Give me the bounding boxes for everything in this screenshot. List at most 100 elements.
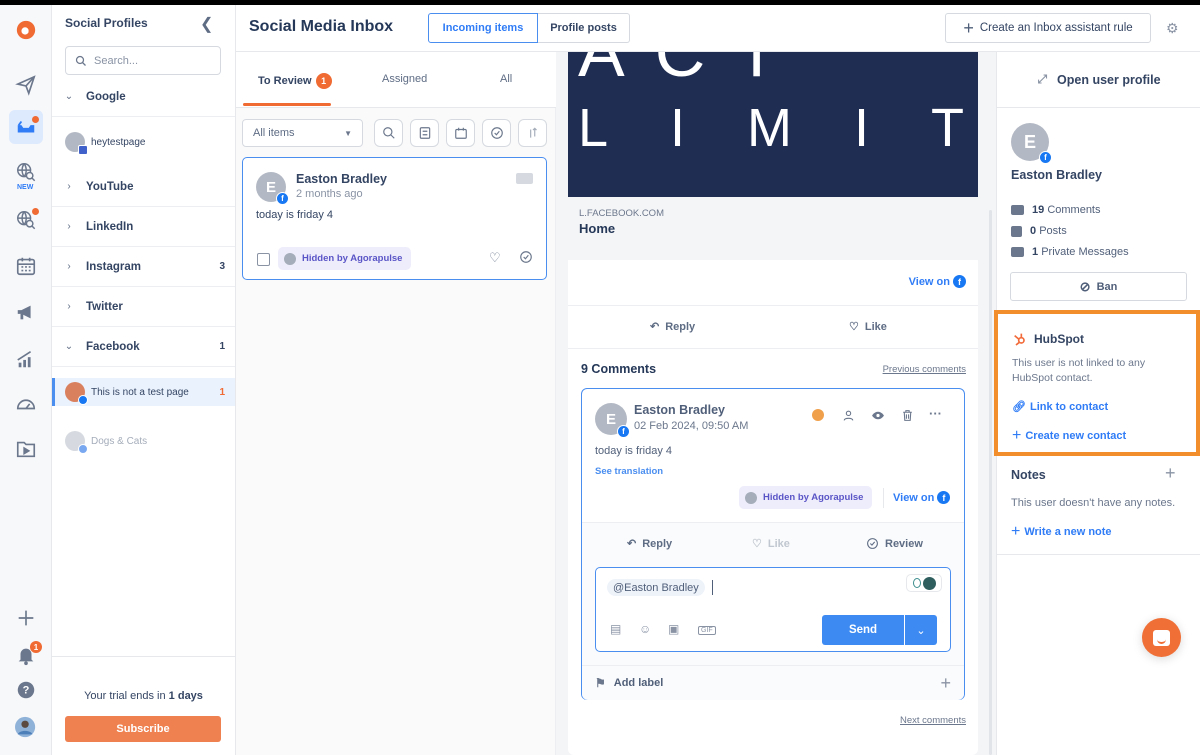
bell-icon[interactable]: 1 [9,638,43,672]
stat-label: Posts [1039,225,1067,237]
trial-days: 1 days [168,690,203,702]
expand-icon: ⤢ [1037,72,1048,86]
comment-reply-button[interactable]: ↶ Reply [627,537,672,551]
listening-icon[interactable] [9,203,43,237]
network-facebook[interactable]: ⌄ Facebook 1 [52,327,235,367]
collapse-panel-icon[interactable]: ❮ [200,14,213,34]
trash-icon[interactable] [901,409,914,425]
previous-comments-link[interactable]: Previous comments [883,364,966,375]
more-options-icon[interactable]: ··· [929,406,942,421]
divider [997,554,1200,555]
plus-icon[interactable]: + [940,673,951,694]
avatar-letter: E [1023,131,1036,152]
open-user-profile-button[interactable]: ⤢ Open user profile [997,52,1200,108]
reply-composer[interactable]: @Easton Bradley ▤ ☺ ▣ GIF Send ⌄ [595,567,951,652]
heart-icon[interactable]: ♡ [489,250,501,266]
add-note-icon[interactable]: + [1165,463,1176,484]
account-heytestpage[interactable]: heytestpage [52,128,235,156]
write-new-note-link[interactable]: + Write a new note [1011,523,1112,541]
items-filter-select[interactable]: All items ▼ [242,119,363,147]
profiles-search-input[interactable] [94,54,204,67]
tab-all[interactable]: All [500,73,512,85]
gear-icon[interactable]: ⚙ [1166,20,1179,37]
add-label-row[interactable]: ⚑ Add label + [582,665,964,700]
item-text: today is friday 4 [256,209,334,221]
ban-button[interactable]: ⊘ Ban [1010,272,1187,301]
tab-profile-posts[interactable]: Profile posts [538,13,630,43]
review-tabs: To Review 1 Assigned All [236,52,556,108]
send-button[interactable]: Send [822,615,904,645]
stat-label: Comments [1047,204,1101,216]
profiles-search[interactable] [65,46,221,75]
create-new-contact-link[interactable]: + Create new contact [1012,427,1126,445]
image-icon[interactable]: ▣ [668,622,679,636]
stat-comments: 19 Comments [1011,204,1101,216]
assign-user-icon[interactable] [842,409,855,425]
ads-megaphone-icon[interactable] [9,295,43,329]
network-label: LinkedIn [86,220,134,233]
comment-like-button[interactable]: ♡ Like [752,537,790,551]
eye-icon[interactable] [871,409,885,425]
search-icon [75,55,86,66]
help-icon[interactable]: ? [9,673,43,707]
text-cursor [712,580,713,595]
hubspot-title-text: HubSpot [1034,332,1084,346]
filter-value: All items [253,127,295,139]
view-on-facebook-link[interactable]: View on f [909,275,966,288]
saved-replies-icon[interactable]: ▤ [610,622,621,636]
user-avatar[interactable] [9,710,43,744]
comment-review-button[interactable]: Review [866,537,923,550]
network-youtube[interactable]: › YouTube [52,167,235,207]
tab-incoming-items[interactable]: Incoming items [428,13,538,43]
reply-icon: ↶ [627,538,637,550]
filters-button[interactable] [410,119,439,147]
add-icon[interactable] [9,601,43,635]
link-to-contact-link[interactable]: 🔗︎ Link to contact [1012,400,1108,414]
check-circle-icon[interactable] [519,250,533,267]
emoji-icon[interactable]: ☺ [639,622,651,636]
media-library-icon[interactable] [9,432,43,466]
date-filter-button[interactable] [446,119,475,147]
chevron-right-icon: › [67,301,71,312]
inbox-item-card[interactable]: E f Easton Bradley 2 months ago today is… [242,157,547,280]
ai-assistant-button[interactable] [906,574,942,592]
reply-label: Reply [665,320,696,333]
sort-button[interactable] [518,119,547,147]
detail-scrollbar[interactable] [989,210,992,755]
item-checkbox[interactable] [257,253,270,266]
subscribe-button[interactable]: Subscribe [65,716,221,742]
send-options-chevron[interactable]: ⌄ [905,615,937,645]
search-button[interactable] [374,119,403,147]
create-rule-button[interactable]: + Create an Inbox assistant rule [945,13,1151,43]
see-translation-link[interactable]: See translation [595,466,663,477]
next-comments-link[interactable]: Next comments [900,715,966,726]
plus-icon: + [1011,523,1021,540]
network-google[interactable]: ⌄ Google [52,77,235,117]
sentiment-icon[interactable] [812,409,824,421]
calendar-icon[interactable] [9,249,43,283]
link-preview[interactable]: L.FACEBOOK.COM Home [568,197,978,260]
comment-text: today is friday 4 [595,445,673,457]
account-dogs-and-cats[interactable]: Dogs & Cats [52,427,235,455]
gif-icon[interactable]: GIF [698,626,716,635]
view-on-label: View on [908,275,950,288]
page-title: Social Media Inbox [249,18,394,35]
author-avatar: E f [256,172,289,205]
publish-icon[interactable] [9,68,43,102]
network-twitter[interactable]: › Twitter [52,287,235,327]
post-like-button[interactable]: ♡ Like [849,320,887,334]
network-instagram[interactable]: › Instagram 3 [52,247,235,287]
comment-view-on-facebook-link[interactable]: View on f [893,491,951,504]
account-this-is-not-a-test-page[interactable]: This is not a test page 1 [52,378,235,406]
review-all-button[interactable] [482,119,511,147]
facebook-icon: f [953,275,966,288]
tab-to-review[interactable]: To Review 1 [258,73,332,89]
dashboard-gauge-icon[interactable] [9,386,43,420]
inbox-icon[interactable] [9,110,43,144]
reports-icon[interactable] [9,342,43,376]
tab-assigned[interactable]: Assigned [382,73,427,85]
support-chat-button[interactable] [1142,618,1181,657]
network-linkedin[interactable]: › LinkedIn [52,207,235,247]
post-reply-button[interactable]: ↶ Reply [650,320,696,334]
agorapulse-logo[interactable] [9,13,43,47]
